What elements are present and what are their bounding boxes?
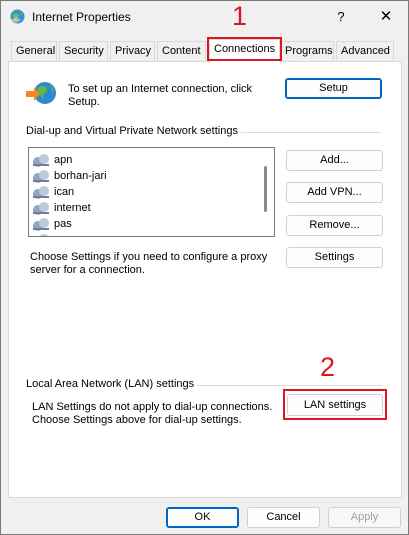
dialup-divider — [241, 132, 381, 133]
list-item[interactable]: pas — [32, 216, 72, 232]
lan-settings-highlight — [283, 389, 387, 420]
lan-heading: Local Area Network (LAN) settings — [26, 378, 195, 390]
tab-programs[interactable]: Programs — [280, 41, 334, 61]
close-button[interactable]: ✕ — [371, 4, 401, 30]
connection-name: pas — [54, 218, 72, 230]
help-button[interactable]: ? — [327, 4, 355, 30]
dialup-heading: Dial-up and Virtual Private Network sett… — [26, 125, 238, 137]
internet-properties-dialog: Internet Properties ? ✕ General Security… — [0, 0, 409, 535]
settings-button[interactable]: Settings — [286, 247, 383, 268]
step-1-annotation: 1 — [232, 1, 248, 31]
internet-options-icon — [10, 9, 25, 24]
proxy-settings-text: Choose Settings if you need to configure… — [30, 251, 268, 276]
title-bar: Internet Properties ? ✕ — [1, 1, 408, 33]
ok-button[interactable]: OK — [166, 507, 239, 528]
tab-privacy[interactable]: Privacy — [110, 41, 155, 61]
apply-button[interactable]: Apply — [328, 507, 401, 528]
setup-description: To set up an Internet connection, click … — [68, 83, 253, 108]
list-scrollbar[interactable] — [264, 166, 267, 212]
window-title: Internet Properties — [32, 10, 131, 24]
cancel-button[interactable]: Cancel — [247, 507, 320, 528]
list-item[interactable]: internet — [32, 200, 91, 216]
list-item-partial[interactable] — [32, 232, 54, 236]
list-item[interactable]: apn — [32, 152, 72, 168]
dialup-connection-icon — [33, 154, 49, 167]
tab-general[interactable]: General — [11, 41, 57, 61]
connections-tab-highlight — [207, 37, 282, 61]
step-2-annotation: 2 — [320, 352, 336, 382]
list-item[interactable]: borhan-jari — [32, 168, 107, 184]
dialup-connection-icon — [40, 234, 48, 236]
dialup-connection-icon — [33, 186, 49, 199]
tab-security[interactable]: Security — [59, 41, 108, 61]
add-vpn-button[interactable]: Add VPN... — [286, 182, 383, 203]
setup-button[interactable]: Setup — [285, 78, 382, 99]
lan-divider — [197, 385, 382, 386]
tab-content[interactable]: Content — [157, 41, 206, 61]
remove-button[interactable]: Remove... — [286, 215, 383, 236]
add-button[interactable]: Add... — [286, 150, 383, 171]
connection-name: borhan-jari — [54, 170, 107, 182]
connection-name: apn — [54, 154, 73, 166]
dialup-connection-icon — [33, 170, 49, 183]
connection-list[interactable]: apn borhan-jari ican internet pas — [28, 147, 275, 237]
list-item[interactable]: ican — [32, 184, 74, 200]
internet-connection-icon — [26, 82, 56, 104]
lan-description: LAN Settings do not apply to dial-up con… — [32, 401, 273, 426]
dialup-connection-icon — [33, 202, 49, 215]
dialup-connection-icon — [33, 218, 49, 231]
tab-advanced[interactable]: Advanced — [336, 41, 394, 61]
connection-name: internet — [54, 202, 91, 214]
connection-name: ican — [54, 186, 75, 198]
